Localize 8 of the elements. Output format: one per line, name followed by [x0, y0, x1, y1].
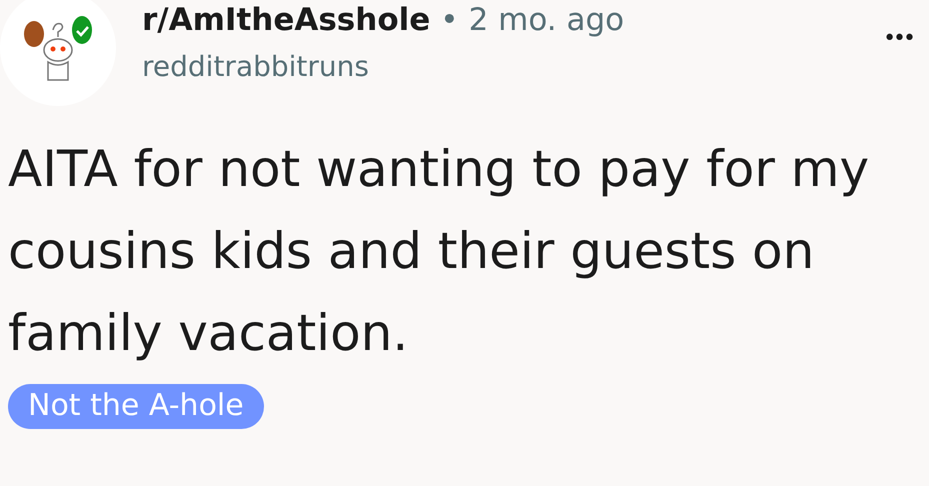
post-time: 2 mo. ago: [468, 2, 624, 38]
flair-tag: Not the A-hole: [8, 384, 264, 429]
avatar-icon: [0, 0, 116, 106]
separator-dot: •: [440, 2, 459, 38]
subreddit-link[interactable]: r/AmItheAsshole: [142, 2, 430, 38]
post-title: AITA for not wanting to pay for my cousins kids and their guests on family vacation.: [8, 139, 870, 364]
author-name[interactable]: redditrabbitruns: [142, 50, 858, 83]
more-options-button[interactable]: •••: [883, 26, 913, 51]
